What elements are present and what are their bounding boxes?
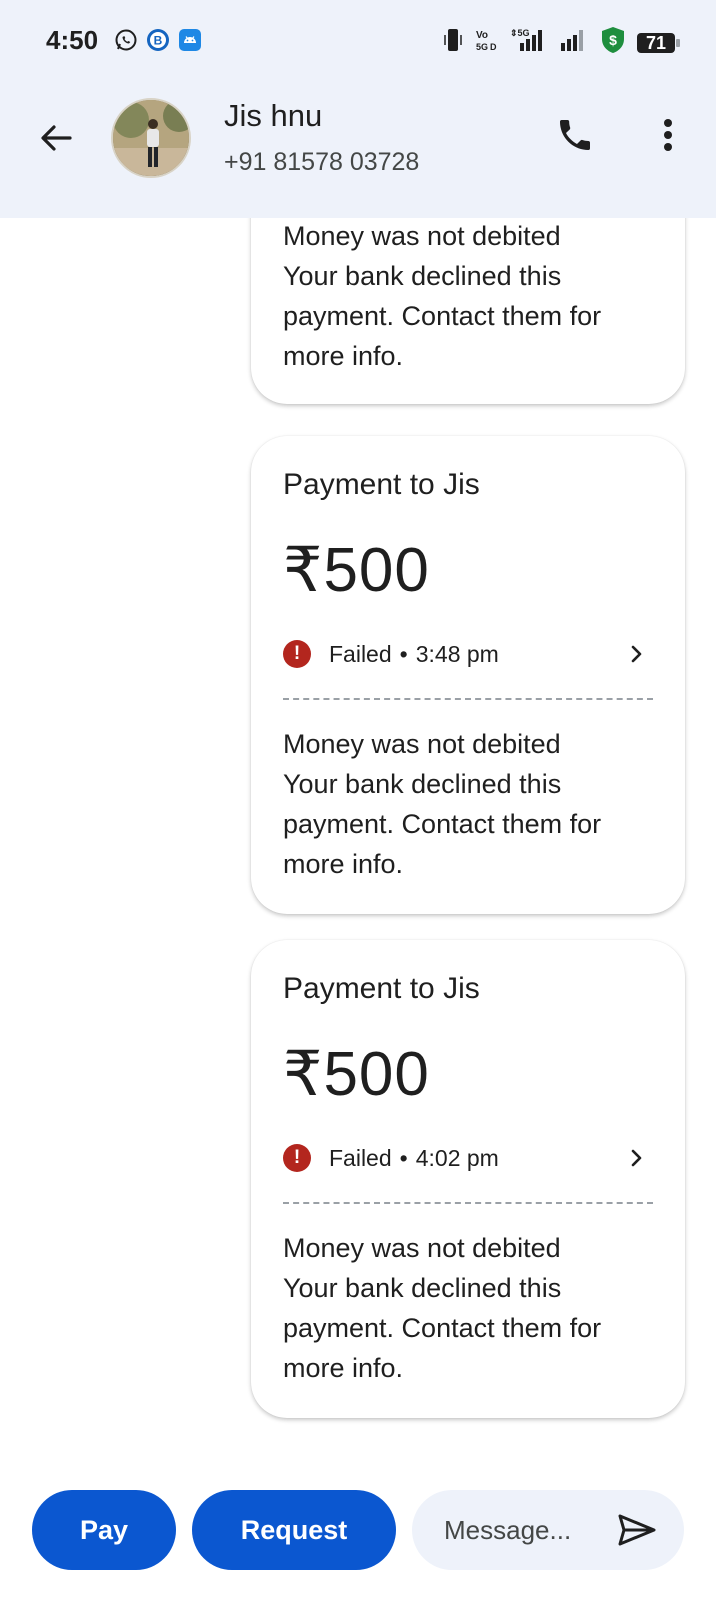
chevron-right-icon[interactable] [625, 642, 649, 666]
security-shield-icon: $ [600, 26, 626, 59]
failure-note: Money was not debited Your bank declined… [283, 216, 653, 406]
chevron-right-icon[interactable] [625, 1146, 649, 1170]
android-icon [178, 28, 202, 52]
contact-name: Jis hnu [224, 98, 323, 133]
avatar-photo [113, 100, 189, 176]
note-headline: Money was not debited [283, 221, 561, 251]
signal-5g-icon: ⇕5G [510, 27, 550, 58]
status-right-icons: Vo 5G D ⇕5G $ 71 [442, 26, 682, 59]
back-arrow-icon [41, 125, 72, 151]
svg-text:B: B [154, 34, 163, 48]
pay-button[interactable]: Pay [32, 1490, 176, 1570]
message-input[interactable]: Message... [412, 1490, 684, 1570]
failure-note: Money was not debited Your bank declined… [283, 1228, 653, 1418]
message-placeholder: Message... [444, 1514, 572, 1545]
header: 4:50 B Vo 5G D ⇕5G $ 71 Jis hnu +91 8157… [0, 0, 716, 218]
payment-status-row[interactable]: ! Failed • 3:48 pm [283, 636, 653, 672]
volte-icon: Vo 5G D [474, 27, 500, 58]
svg-text:D: D [490, 42, 497, 52]
request-button[interactable]: Request [192, 1490, 396, 1570]
payment-title: Payment to Jis [283, 972, 480, 1005]
dashed-divider [283, 698, 653, 700]
payment-card[interactable]: Payment to Jis ₹500 ! Failed • 3:48 pm M… [251, 436, 685, 914]
error-icon: ! [283, 1144, 311, 1172]
battery-level: 71 [645, 32, 667, 53]
svg-text:Vo: Vo [476, 30, 488, 41]
status-label: Failed [329, 640, 392, 667]
vibrate-icon [442, 27, 464, 58]
b-app-icon: B [146, 28, 170, 52]
payment-amount: ₹500 [283, 536, 430, 605]
status-label: Failed [329, 1144, 392, 1171]
status-time: 4:02 pm [415, 1144, 499, 1171]
svg-text:$: $ [609, 32, 617, 48]
contact-avatar[interactable] [111, 98, 191, 178]
note-headline: Money was not debited [283, 1233, 561, 1263]
status-time: 3:48 pm [415, 640, 499, 667]
svg-text:⇕5G: ⇕5G [510, 28, 530, 38]
failure-note: Money was not debited Your bank declined… [283, 724, 653, 914]
note-detail: Your bank declined this payment. Contact… [283, 1273, 602, 1383]
contact-phone: +91 81578 03728 [224, 148, 420, 176]
battery-icon: 71 [636, 30, 682, 56]
composer-bar: Pay Request Message... [0, 1490, 716, 1572]
dashed-divider [283, 1202, 653, 1204]
payment-status-row[interactable]: ! Failed • 4:02 pm [283, 1140, 653, 1176]
status-app-icons: B [114, 28, 202, 52]
send-button[interactable] [616, 1510, 658, 1550]
app-bar: Jis hnu +91 81578 03728 [0, 90, 716, 190]
note-detail: Your bank declined this payment. Contact… [283, 261, 602, 371]
payment-amount: ₹500 [283, 1040, 430, 1109]
error-icon: ! [283, 640, 311, 668]
more-vert-icon [664, 119, 672, 151]
signal-icon [560, 27, 590, 58]
svg-text:5G: 5G [476, 42, 488, 52]
whatsapp-icon [114, 28, 138, 52]
payment-card[interactable]: Payment to Jis ₹500 ! Failed • 4:02 pm M… [251, 940, 685, 1418]
back-button[interactable] [34, 116, 78, 160]
more-options-button[interactable] [648, 110, 688, 160]
payment-title: Payment to Jis [283, 468, 480, 501]
payment-chat-screen: 4:50 B Vo 5G D ⇕5G $ 71 Jis hnu +91 8157… [0, 0, 716, 1600]
status-separator: • [399, 640, 408, 667]
phone-icon [560, 120, 590, 150]
note-detail: Your bank declined this payment. Contact… [283, 769, 602, 879]
status-bar: 4:50 B Vo 5G D ⇕5G $ 71 [0, 0, 716, 80]
send-icon [618, 1514, 656, 1546]
note-headline: Money was not debited [283, 729, 561, 759]
call-button[interactable] [550, 110, 600, 160]
status-separator: • [399, 1144, 408, 1171]
status-time: 4:50 [46, 25, 99, 55]
